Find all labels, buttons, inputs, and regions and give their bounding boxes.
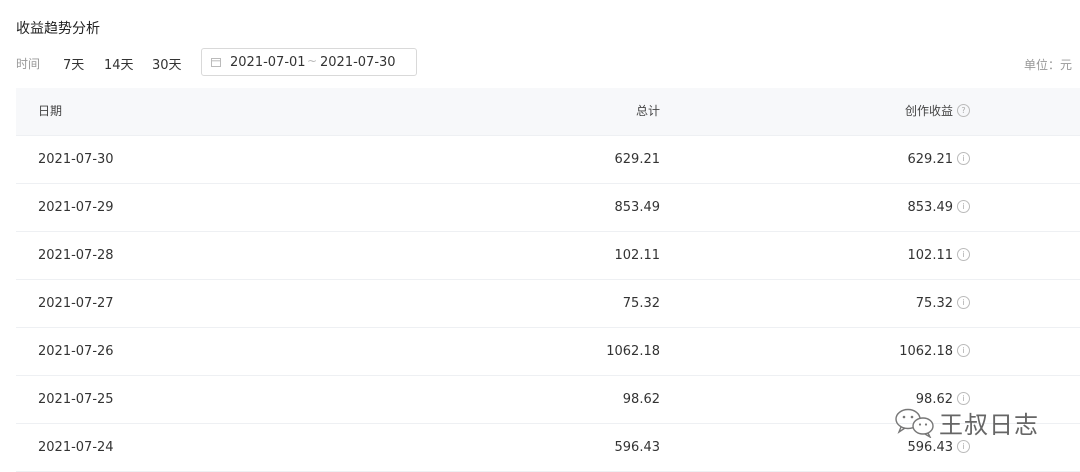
info-circle-icon[interactable]: i [957, 344, 970, 357]
table-row: 2021-07-30 629.21 629.21 i [16, 136, 1080, 184]
range-30-days-button[interactable]: 30天 [152, 54, 182, 73]
cell-income-value: 75.32 [915, 296, 953, 311]
header-income: 创作收益? [905, 88, 970, 135]
cell-income: 629.21 i [907, 136, 970, 183]
cell-income-value: 1062.18 [899, 344, 953, 359]
cell-income-value: 629.21 [907, 152, 954, 167]
watermark-text: 王叔日志 [939, 411, 1039, 439]
info-circle-icon[interactable]: i [957, 200, 970, 213]
table-row: 2021-07-29 853.49 853.49 i [16, 184, 1080, 232]
cell-total: 853.49 [614, 200, 661, 215]
cell-date: 2021-07-24 [38, 440, 114, 455]
header-date: 日期 [38, 104, 63, 118]
range-7-days-button[interactable]: 7天 [63, 54, 84, 73]
cell-income: 102.11 i [907, 232, 970, 279]
cell-income-value: 596.43 [907, 440, 954, 455]
cell-date: 2021-07-30 [38, 152, 114, 167]
info-circle-icon[interactable]: i [957, 248, 970, 261]
header-total: 总计 [635, 104, 660, 118]
cell-total: 596.43 [614, 440, 661, 455]
question-circle-icon[interactable]: ? [957, 104, 970, 117]
cell-total: 629.21 [614, 152, 661, 167]
cell-date: 2021-07-29 [38, 200, 114, 215]
info-circle-icon[interactable]: i [957, 152, 970, 165]
cell-date: 2021-07-25 [38, 392, 114, 407]
date-range-picker[interactable]: 2021-07-01 ~ 2021-07-30 [201, 48, 417, 76]
time-filter-label: 时间 [16, 57, 41, 71]
info-circle-icon[interactable]: i [957, 296, 970, 309]
range-14-days-button[interactable]: 14天 [104, 54, 134, 73]
date-range-separator: ~ [307, 54, 318, 68]
section-title: 收益趋势分析 [16, 21, 100, 37]
table-row: 2021-07-26 1062.18 1062.18 i [16, 328, 1080, 376]
unit-label: 单位：元 [1023, 58, 1072, 72]
header-income-label: 创作收益 [904, 104, 953, 118]
calendar-icon [211, 58, 221, 67]
cell-income: 853.49 i [907, 184, 970, 231]
table-row: 2021-07-27 75.32 75.32 i [16, 280, 1080, 328]
cell-date: 2021-07-28 [38, 248, 114, 263]
cell-date: 2021-07-26 [38, 344, 114, 359]
cell-income-value: 853.49 [907, 200, 954, 215]
date-range-end: 2021-07-30 [320, 55, 396, 70]
table-header: 日期 总计 创作收益? [16, 88, 1080, 136]
cell-total: 75.32 [622, 296, 660, 311]
info-circle-icon[interactable]: i [957, 392, 970, 405]
cell-income: 75.32 i [916, 280, 970, 327]
table-row: 2021-07-28 102.11 102.11 i [16, 232, 1080, 280]
cell-date: 2021-07-27 [38, 296, 114, 311]
cell-income: 1062.18 i [899, 328, 970, 375]
wechat-logo-icon [895, 408, 934, 438]
time-filter-bar: 时间 7天 14天 30天 2021-07-01 ~ 2021-07-30 单位… [16, 48, 1080, 78]
cell-income-value: 102.11 [907, 248, 954, 263]
cell-total: 1062.18 [606, 344, 660, 359]
cell-total: 98.62 [622, 392, 660, 407]
cell-total: 102.11 [614, 248, 661, 263]
info-circle-icon[interactable]: i [957, 440, 970, 453]
date-range-start: 2021-07-01 [230, 55, 306, 70]
